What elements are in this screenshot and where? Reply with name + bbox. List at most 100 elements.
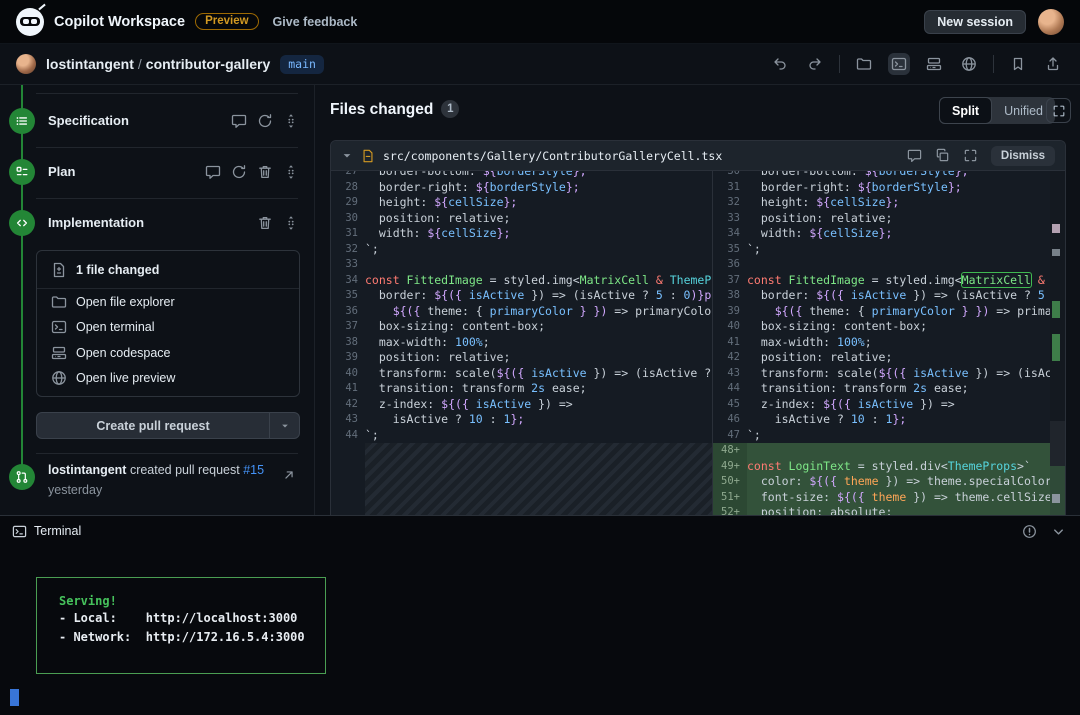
code-line: 39 ${({ theme: { primaryColor } }) => pr… bbox=[713, 304, 1065, 320]
info-icon[interactable] bbox=[1022, 524, 1037, 539]
code-line: 37 box-sizing: content-box; bbox=[331, 319, 712, 335]
code-line: 35`; bbox=[713, 242, 1065, 258]
code-line: 34const FittedImage = styled.img<MatrixC… bbox=[331, 273, 712, 289]
terminal-icon bbox=[51, 319, 67, 335]
terminal-panel: Terminal Serving! - Local:http://localho… bbox=[0, 515, 1080, 715]
plan-icon bbox=[9, 159, 35, 185]
open-pr-arrow-icon[interactable] bbox=[282, 468, 296, 482]
share-icon[interactable] bbox=[1042, 53, 1064, 75]
sidebar-item-implementation[interactable]: Implementation bbox=[0, 210, 315, 236]
app-title: Copilot Workspace bbox=[54, 14, 185, 30]
code-line: 38 max-width: 100%; bbox=[331, 335, 712, 351]
chevron-down-icon bbox=[279, 420, 291, 432]
diff-scrollbar[interactable] bbox=[1050, 171, 1065, 515]
create-pull-request-button[interactable]: Create pull request bbox=[36, 412, 300, 439]
open-file-explorer-item[interactable]: Open file explorer bbox=[37, 289, 299, 315]
chevron-down-icon[interactable] bbox=[341, 150, 353, 162]
undo-icon[interactable] bbox=[769, 53, 791, 75]
diff-view-toggle: Split Unified bbox=[939, 97, 1055, 124]
code-line: 42 position: relative; bbox=[713, 350, 1065, 366]
branch-badge[interactable]: main bbox=[280, 55, 324, 74]
diff-file-path[interactable]: src/components/Gallery/ContributorGaller… bbox=[383, 149, 722, 163]
file-diff-icon bbox=[51, 262, 67, 278]
globe-icon bbox=[51, 370, 67, 386]
new-session-button[interactable]: New session bbox=[924, 10, 1026, 34]
scrollbar-mark bbox=[1052, 494, 1060, 503]
drag-handle-icon[interactable] bbox=[283, 164, 299, 180]
create-pr-dropdown[interactable] bbox=[269, 413, 299, 438]
terminal-icon bbox=[12, 524, 27, 539]
terminal-title: Terminal bbox=[34, 524, 81, 538]
repo-bar: lostintangent/contributor-gallery main bbox=[0, 44, 1080, 85]
code-line: 48+ bbox=[713, 443, 1065, 459]
code-line: 39 position: relative; bbox=[331, 350, 712, 366]
bookmark-icon[interactable] bbox=[1007, 53, 1029, 75]
fullscreen-icon[interactable] bbox=[1046, 98, 1071, 123]
comment-icon[interactable] bbox=[231, 113, 247, 129]
copilot-workspace-app: Copilot Workspace Preview Give feedback … bbox=[0, 0, 1080, 715]
diff-pane-new: 30 border-bottom: ${borderStyle};31 bord… bbox=[713, 171, 1065, 515]
code-line: 36 ${({ theme: { primaryColor } }) => pr… bbox=[331, 304, 712, 320]
collapse-terminal-icon[interactable] bbox=[1051, 524, 1066, 539]
codespace-icon[interactable] bbox=[923, 53, 945, 75]
regenerate-icon[interactable] bbox=[257, 113, 273, 129]
implementation-card: 1 file changed Open file explorer Open t… bbox=[36, 250, 300, 397]
files-changed-summary[interactable]: 1 file changed bbox=[37, 251, 299, 288]
live-preview-globe-icon[interactable] bbox=[958, 53, 980, 75]
preview-badge: Preview bbox=[195, 13, 258, 30]
code-line: 44`; bbox=[331, 428, 712, 444]
code-line: 32`; bbox=[331, 242, 712, 258]
file-explorer-icon[interactable] bbox=[853, 53, 875, 75]
code-line: 27 border-bottom: ${borderStyle}; bbox=[331, 171, 712, 180]
drag-handle-icon[interactable] bbox=[283, 113, 299, 129]
local-url[interactable]: http://localhost:3000 bbox=[146, 611, 298, 625]
code-line: 30 border-bottom: ${borderStyle}; bbox=[713, 171, 1065, 180]
give-feedback-link[interactable]: Give feedback bbox=[273, 15, 358, 29]
code-line: 29 height: ${cellSize}; bbox=[331, 195, 712, 211]
implementation-icon bbox=[9, 210, 35, 236]
code-line: 42 z-index: ${({ isActive }) => bbox=[331, 397, 712, 413]
regenerate-icon[interactable] bbox=[231, 164, 247, 180]
repo-owner-avatar bbox=[16, 54, 36, 74]
open-terminal-item[interactable]: Open terminal bbox=[37, 315, 299, 341]
code-line: 35 border: ${({ isActive }) => (isActive… bbox=[331, 288, 712, 304]
sidebar-item-specification[interactable]: Specification bbox=[0, 108, 315, 134]
pr-number-link[interactable]: #15 bbox=[243, 463, 264, 477]
code-line: 43 isActive ? 10 : 1}; bbox=[331, 412, 712, 428]
modified-file-icon bbox=[361, 149, 375, 163]
divider bbox=[36, 147, 298, 148]
codespace-icon bbox=[51, 345, 67, 361]
redo-icon[interactable] bbox=[804, 53, 826, 75]
network-url-line: - Network:http://172.16.5.4:3000 bbox=[59, 629, 325, 646]
expand-icon[interactable] bbox=[963, 148, 978, 163]
sidebar-item-plan[interactable]: Plan bbox=[0, 159, 315, 185]
divider bbox=[36, 93, 298, 94]
user-avatar[interactable] bbox=[1038, 9, 1064, 35]
code-line: 37const FittedImage = styled.img<MatrixC… bbox=[713, 273, 1065, 289]
code-line: 41 max-width: 100%; bbox=[713, 335, 1065, 351]
drag-handle-icon[interactable] bbox=[283, 215, 299, 231]
dismiss-button[interactable]: Dismiss bbox=[991, 146, 1055, 166]
terminal-icon[interactable] bbox=[888, 53, 910, 75]
timeline-line bbox=[21, 85, 23, 477]
terminal-cursor[interactable] bbox=[10, 689, 19, 706]
local-url-line: - Local:http://localhost:3000 bbox=[59, 610, 325, 627]
code-line: 40 box-sizing: content-box; bbox=[713, 319, 1065, 335]
comment-icon[interactable] bbox=[907, 148, 922, 163]
trash-icon[interactable] bbox=[257, 215, 273, 231]
split-diff: 27 border-bottom: ${borderStyle};28 bord… bbox=[331, 171, 1065, 515]
comment-icon[interactable] bbox=[205, 164, 221, 180]
files-changed-panel: Files changed1 Split Unified src/compone… bbox=[315, 85, 1080, 515]
open-live-preview-item[interactable]: Open live preview bbox=[37, 366, 299, 392]
divider bbox=[993, 55, 994, 73]
split-view-button[interactable]: Split bbox=[939, 97, 992, 124]
session-sidebar: Specification Plan bbox=[0, 85, 315, 515]
code-line: 49+const LoginText = styled.div<ThemePro… bbox=[713, 459, 1065, 475]
network-url[interactable]: http://172.16.5.4:3000 bbox=[146, 630, 305, 644]
open-codespace-item[interactable]: Open codespace bbox=[37, 340, 299, 366]
copy-icon[interactable] bbox=[935, 148, 950, 163]
trash-icon[interactable] bbox=[257, 164, 273, 180]
repo-breadcrumb[interactable]: lostintangent/contributor-gallery bbox=[46, 56, 270, 72]
divider bbox=[36, 453, 298, 454]
code-line: 46 isActive ? 10 : 1}; bbox=[713, 412, 1065, 428]
